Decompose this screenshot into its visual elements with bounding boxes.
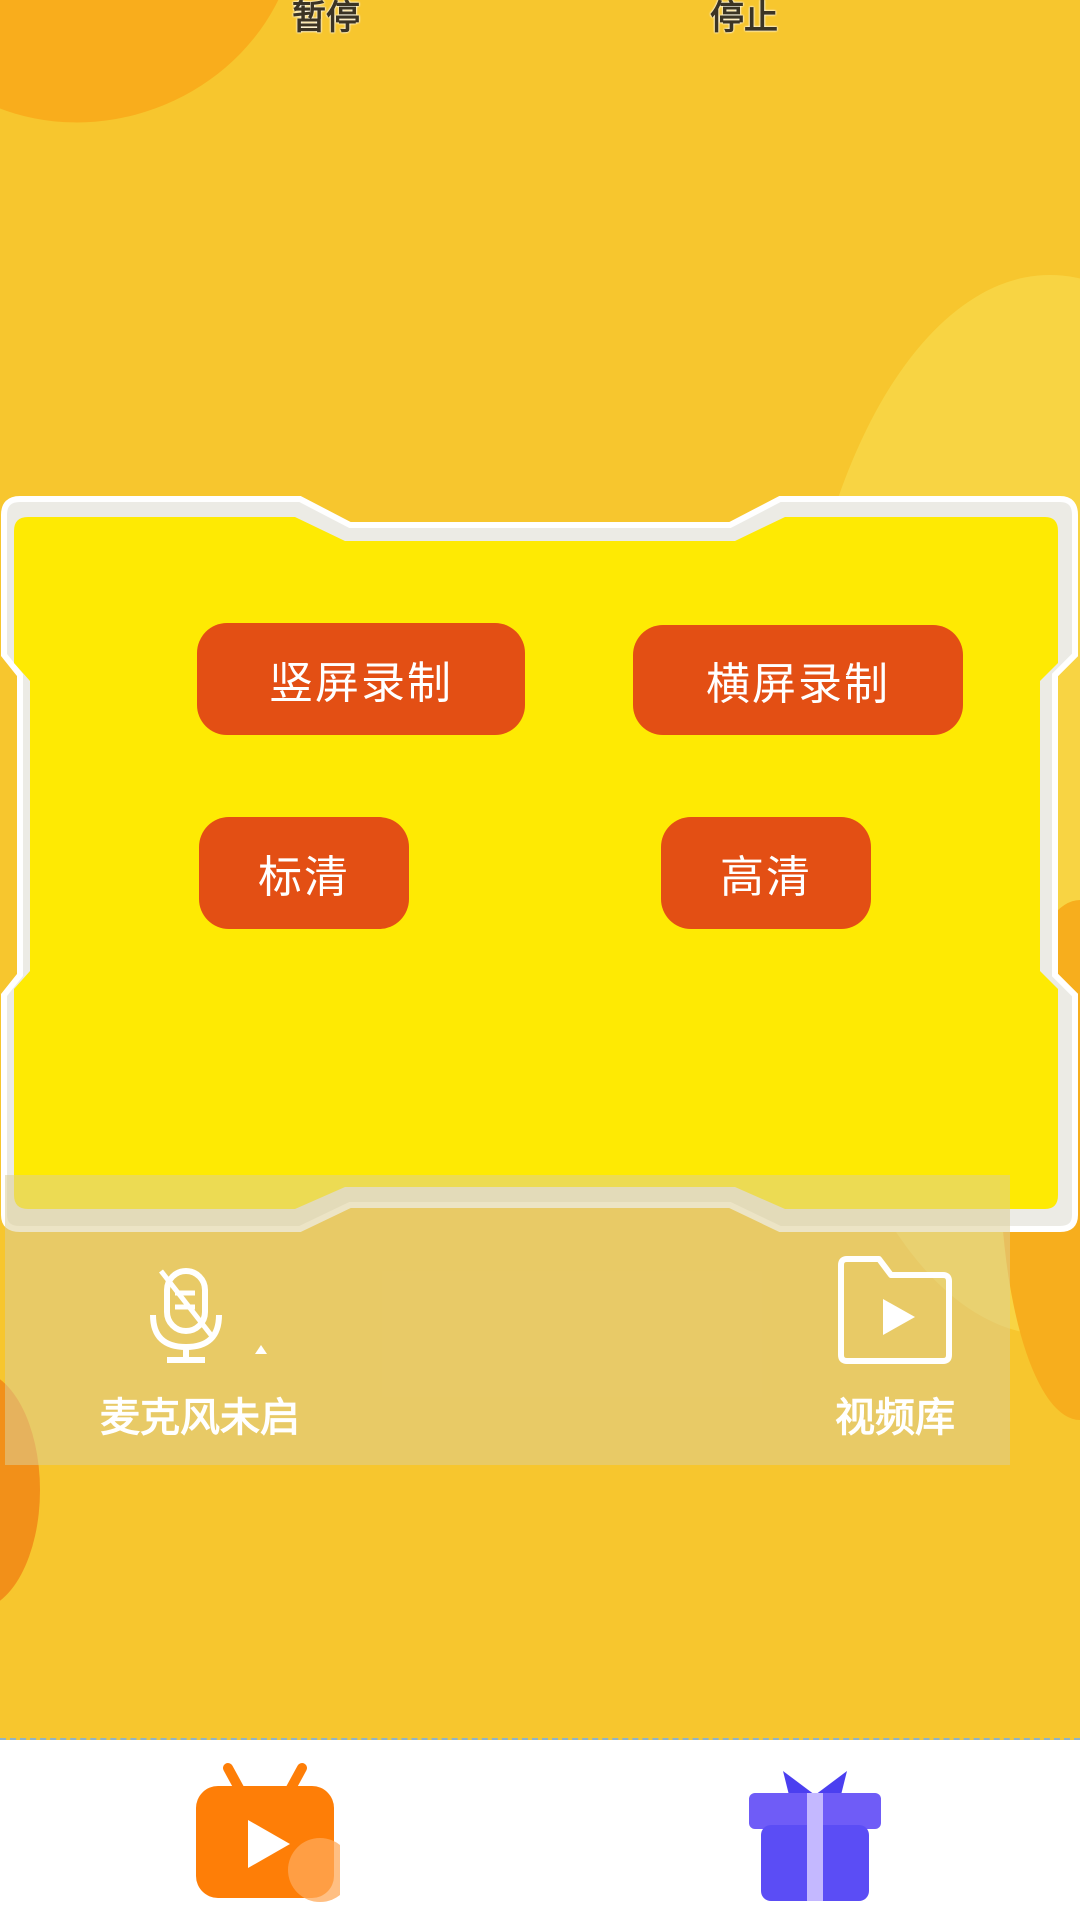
landscape-record-button[interactable]: 横屏录制: [633, 625, 963, 735]
gift-icon[interactable]: [745, 1765, 885, 1905]
video-folder-icon: [838, 1256, 952, 1364]
video-library-button[interactable]: 视频库: [815, 1255, 975, 1445]
portrait-record-button[interactable]: 竖屏录制: [197, 623, 525, 735]
stop-button[interactable]: 停止: [710, 0, 778, 39]
caret-up-icon: [255, 1345, 267, 1354]
tool-strip: 麦克风未启 视频库: [5, 1175, 1010, 1465]
recording-panel: 竖屏录制 横屏录制 标清 高清: [0, 495, 1080, 1235]
pause-button[interactable]: 暂停: [292, 0, 360, 39]
video-library-label: 视频库: [835, 1395, 955, 1441]
microphone-off-icon: [150, 1268, 222, 1363]
panel-frame: [0, 496, 1078, 1232]
standard-definition-button[interactable]: 标清: [199, 817, 409, 929]
microphone-status-label: 麦克风未启: [100, 1395, 300, 1441]
bottom-nav: [0, 1740, 1080, 1920]
high-definition-button[interactable]: 高清: [661, 817, 871, 929]
tv-play-icon[interactable]: [190, 1762, 340, 1902]
screen: 暂停 停止 竖屏录制 横屏录制 标清 高清 麦克风未启 视频库: [0, 0, 1080, 1920]
microphone-toggle[interactable]: 麦克风未启: [85, 1265, 315, 1445]
